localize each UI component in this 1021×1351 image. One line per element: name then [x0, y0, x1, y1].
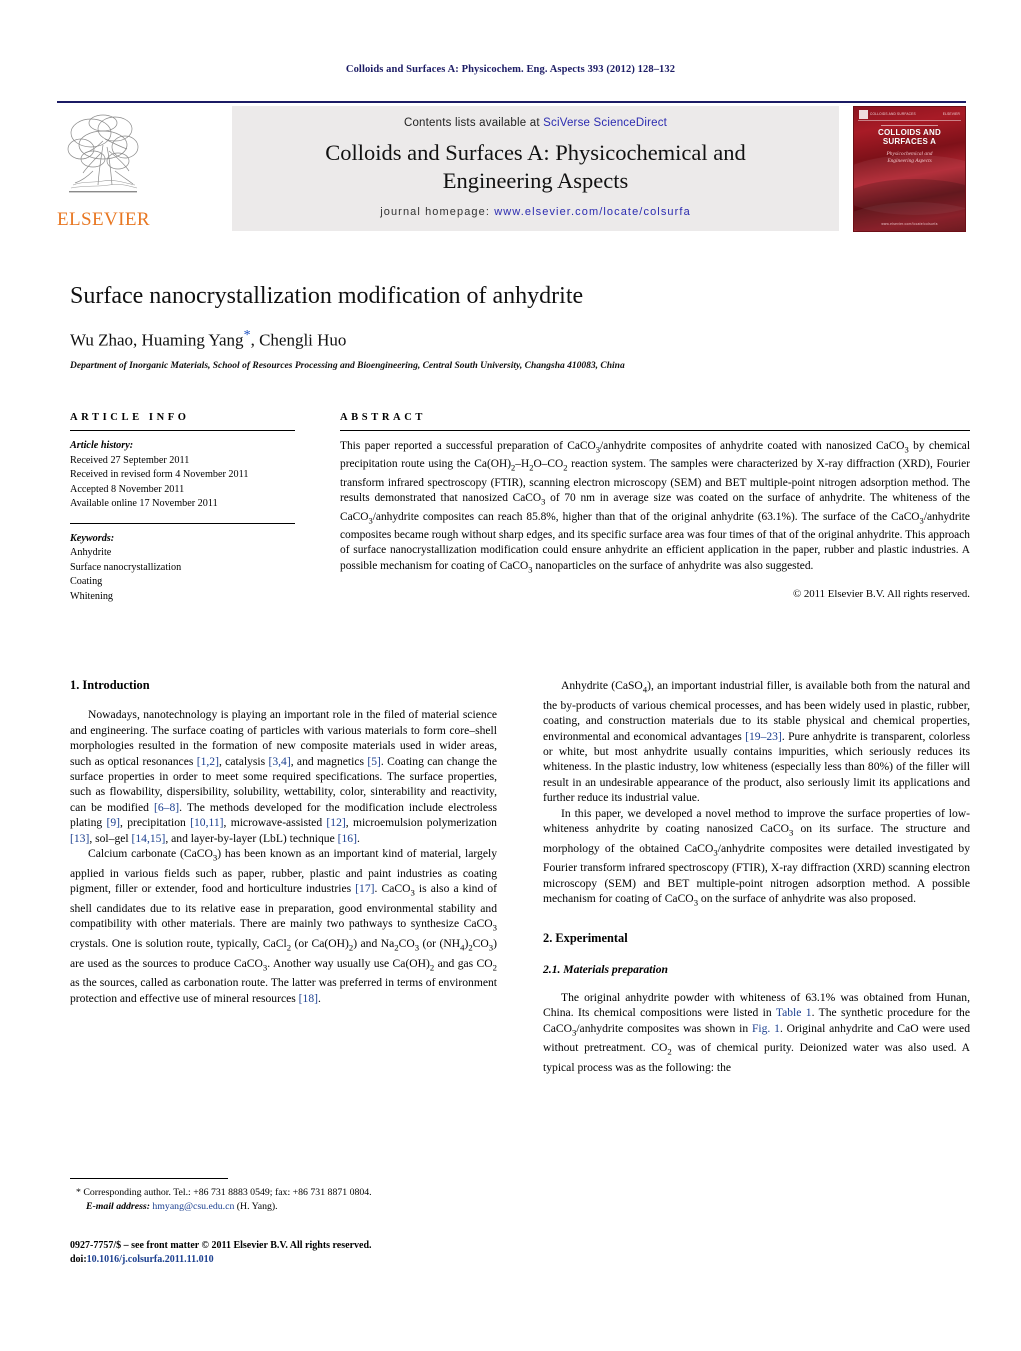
subsection-heading-materials-preparation: 2.1. Materials preparation	[543, 963, 668, 977]
footnote-block: * Corresponding author. Tel.: +86 731 88…	[70, 1178, 497, 1213]
sciencedirect-link[interactable]: SciVerse ScienceDirect	[543, 117, 667, 129]
cover-title-line-1: COLLOIDS AND	[878, 127, 941, 137]
journal-title: Colloids and Surfaces A: Physicochemical…	[232, 139, 839, 195]
running-head: Colloids and Surfaces A: Physicochem. En…	[345, 64, 676, 75]
abstract-heading: ABSTRACT	[340, 412, 426, 423]
keywords-divider	[70, 522, 295, 524]
journal-masthead: ELSEVIER Contents lists available at Sci…	[57, 101, 966, 232]
cover-subtitle-line-2: Engineering Aspects	[887, 157, 932, 164]
history-item: Available online 17 November 2011	[70, 498, 218, 509]
masthead-top-rule	[57, 101, 966, 103]
article-history-label: Article history:	[70, 440, 134, 451]
contents-available-line: Contents lists available at SciVerse Sci…	[232, 117, 839, 129]
keywords-label: Keywords:	[70, 532, 115, 544]
paragraph-intro-2: Calcium carbonate (CaCO3) has been known…	[70, 847, 497, 1005]
journal-homepage-link[interactable]: www.elsevier.com/locate/colsurfa	[494, 206, 691, 218]
cover-header-strip: COLLOIDS AND SURFACES ELSEVIER	[858, 110, 961, 121]
cover-top-right-text: ELSEVIER	[942, 112, 960, 116]
article-info-heading: ARTICLE INFO	[70, 412, 190, 423]
journal-title-band: Contents lists available at SciVerse Sci…	[232, 106, 839, 231]
right-column: Anhydrite (CaSO4), an important industri…	[543, 678, 970, 1075]
footnote-rule	[70, 1178, 228, 1179]
paragraph-intro-1: Nowadays, nanotechnology is playing an i…	[70, 708, 498, 845]
history-item: Accepted 8 November 2011	[70, 483, 185, 495]
cover-wave-3	[854, 202, 965, 231]
cover-elsevier-icon	[859, 110, 868, 119]
section-heading-introduction: 1. Introduction	[70, 678, 150, 692]
email-label: E-mail address:	[86, 1200, 150, 1212]
author-names: Wu Zhao, Huaming Yang	[70, 330, 244, 350]
keyword-item: Whitening	[70, 590, 114, 602]
keyword-item: Surface nanocrystallization	[70, 561, 182, 573]
corresponding-author-marker[interactable]: *	[244, 328, 251, 343]
elsevier-logo: ELSEVIER	[57, 109, 150, 231]
cover-subtitle: Physicochemical and Engineering Aspects	[854, 151, 965, 165]
cover-footer-text: www.elsevier.com/locate/colsurfa	[881, 222, 938, 226]
journal-homepage-line: journal homepage: www.elsevier.com/locat…	[232, 206, 839, 218]
article-info-rule	[70, 430, 295, 431]
doi-line: doi:10.1016/j.colsurfa.2011.11.010	[70, 1253, 570, 1267]
journal-title-line-1: Colloids and Surfaces A: Physicochemical…	[325, 140, 746, 165]
email-note: E-mail address: hmyang@csu.edu.cn (H. Ya…	[70, 1200, 497, 1214]
paper-page: Colloids and Surfaces A: Physicochem. En…	[0, 0, 1021, 1351]
abstract-copyright: © 2011 Elsevier B.V. All rights reserved…	[792, 588, 970, 601]
info-abstract-block: ARTICLE INFO ABSTRACT Article history: R…	[70, 412, 970, 604]
history-item: Received in revised form 4 November 2011	[70, 469, 249, 480]
author-list: Wu Zhao, Huaming Yang*, Chengli Huo	[70, 328, 970, 351]
cover-top-left-text: COLLOIDS AND SURFACES	[870, 112, 916, 116]
homepage-prefix: journal homepage:	[380, 206, 495, 218]
cover-rule	[880, 125, 939, 126]
keyword-item: Coating	[70, 576, 103, 587]
paragraph-materials-1: The original anhydrite powder with white…	[543, 990, 970, 1074]
cover-title-line-2: SURFACES A	[882, 136, 937, 146]
left-column: 1. Introduction Nowadays, nanotechnology…	[70, 678, 497, 1075]
corresponding-author-note: * Corresponding author. Tel.: +86 731 88…	[76, 1187, 372, 1198]
history-item: Received 27 September 2011	[70, 454, 190, 466]
abstract-rule	[340, 430, 970, 431]
page-title: Surface nanocrystallization modification…	[70, 283, 584, 309]
abstract-column: This paper reported a successful prepara…	[340, 439, 970, 604]
contents-prefix: Contents lists available at	[403, 117, 544, 129]
author-names-tail: , Chengli Huo	[250, 330, 347, 350]
email-owner: (H. Yang).	[236, 1200, 278, 1212]
paragraph-right-2: In this paper, we developed a novel meth…	[543, 806, 971, 908]
doi-link[interactable]: 10.1016/j.colsurfa.2011.11.010	[87, 1254, 214, 1265]
cover-title: COLLOIDS AND SURFACES A	[854, 128, 965, 146]
cover-subtitle-line-1: Physicochemical and	[886, 150, 933, 157]
issn-copyright-block: 0927-7757/$ – see front matter © 2011 El…	[70, 1239, 570, 1267]
section-heading-experimental: 2. Experimental	[543, 930, 628, 945]
paragraph-right-1: Anhydrite (CaSO4), an important industri…	[543, 679, 970, 805]
affiliation: Department of Inorganic Materials, Schoo…	[70, 360, 625, 371]
body-columns: 1. Introduction Nowadays, nanotechnology…	[70, 678, 970, 1075]
journal-cover-thumbnail: COLLOIDS AND SURFACES ELSEVIER COLLOIDS …	[853, 106, 966, 232]
journal-title-line-2: Engineering Aspects	[442, 168, 629, 193]
keyword-item: Anhydrite	[70, 547, 112, 558]
elsevier-tree-icon	[67, 114, 139, 193]
doi-label: doi:	[70, 1254, 87, 1265]
abstract-text: This paper reported a successful prepara…	[340, 440, 971, 574]
elsevier-wordmark: ELSEVIER	[57, 209, 150, 230]
article-info-column: Article history: Received 27 September 2…	[70, 439, 340, 604]
issn-line: 0927-7757/$ – see front matter © 2011 El…	[70, 1240, 372, 1251]
email-link[interactable]: hmyang@csu.edu.cn	[152, 1201, 234, 1212]
title-block: Surface nanocrystallization modification…	[70, 282, 970, 371]
